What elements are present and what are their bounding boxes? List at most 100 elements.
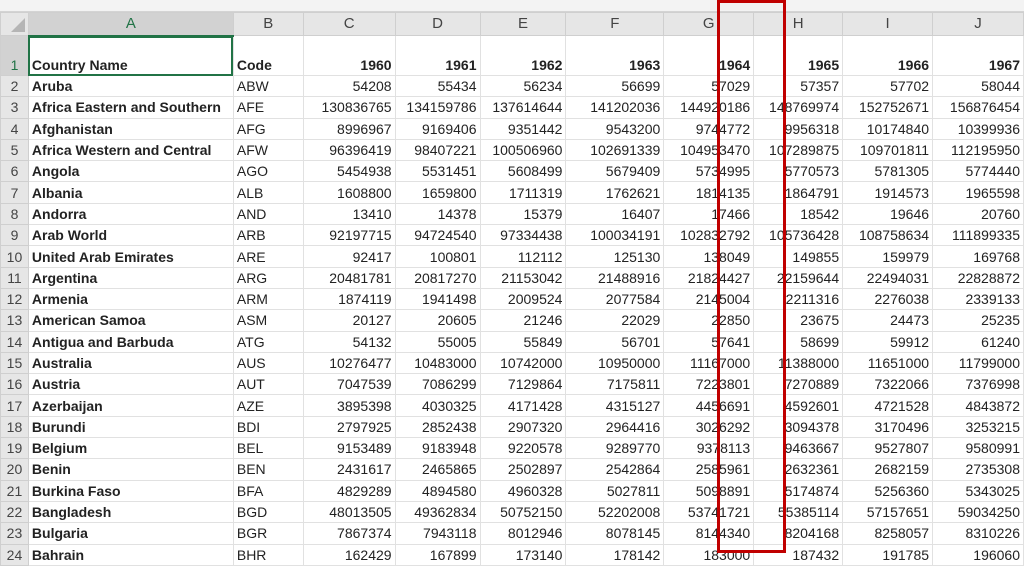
cell-I[interactable]: 109701811 (842, 138, 934, 162)
cell-H[interactable]: 2211316 (753, 287, 844, 311)
cell-F[interactable]: 16407 (565, 202, 665, 226)
cell-I[interactable]: 57702 (842, 74, 934, 98)
cell-C[interactable]: 1608800 (302, 181, 396, 204)
cell-A[interactable]: Antigua and Barbuda (27, 330, 234, 353)
cell-C[interactable]: 1874119 (302, 287, 396, 311)
cell-J[interactable]: 61240 (932, 330, 1024, 353)
spreadsheet-grid[interactable]: ABCDEFGHIJ 1 Country Name Code 1960 1961 1962… (0, 12, 1024, 566)
cell-B[interactable]: ARM (232, 287, 304, 311)
row-header[interactable]: 3 (0, 96, 29, 119)
cell-D[interactable]: 4894580 (394, 479, 481, 502)
cell-G[interactable]: 3026292 (663, 415, 755, 439)
header-cell[interactable]: 1964 (663, 35, 755, 76)
cell-G[interactable]: 104953470 (663, 138, 755, 162)
cell-J[interactable]: 3253215 (932, 415, 1024, 439)
header-cell[interactable]: Code (232, 35, 304, 76)
cell-H[interactable]: 3094378 (753, 415, 844, 439)
cell-A[interactable]: American Samoa (27, 309, 234, 332)
cell-C[interactable]: 8996967 (302, 117, 396, 140)
cell-I[interactable]: 159979 (842, 245, 934, 268)
cell-G[interactable]: 8144340 (663, 522, 755, 545)
cell-E[interactable]: 4960328 (479, 479, 567, 502)
row-header[interactable]: 5 (0, 138, 29, 162)
cell-I[interactable]: 59912 (842, 330, 934, 353)
cell-I[interactable]: 5781305 (842, 160, 934, 183)
column-header-I[interactable]: I (842, 12, 934, 36)
row-header[interactable]: 1 (0, 35, 29, 76)
cell-F[interactable]: 125130 (565, 245, 665, 268)
cell-D[interactable]: 55005 (394, 330, 481, 353)
cell-G[interactable]: 144920186 (663, 96, 755, 119)
cell-D[interactable]: 9169406 (394, 117, 481, 140)
cell-A[interactable]: Azerbaijan (27, 394, 234, 417)
cell-I[interactable]: 2682159 (842, 458, 934, 481)
cell-J[interactable]: 111899335 (932, 224, 1024, 247)
cell-B[interactable]: BGR (232, 522, 304, 545)
cell-D[interactable]: 7943118 (394, 522, 481, 545)
header-cell[interactable]: 1966 (842, 35, 934, 76)
cell-J[interactable]: 7376998 (932, 373, 1024, 396)
cell-D[interactable]: 20605 (394, 309, 481, 332)
row-header[interactable]: 12 (0, 287, 29, 311)
cell-F[interactable]: 21488916 (565, 266, 665, 289)
cell-B[interactable]: ARG (232, 266, 304, 289)
cell-A[interactable]: United Arab Emirates (27, 245, 234, 268)
cell-J[interactable]: 8310226 (932, 522, 1024, 545)
cell-E[interactable]: 7129864 (479, 373, 567, 396)
header-cell[interactable]: 1962 (479, 35, 567, 76)
header-cell[interactable]: 1963 (565, 35, 665, 76)
header-cell[interactable]: 1965 (753, 35, 844, 76)
cell-H[interactable]: 9463667 (753, 437, 844, 460)
cell-H[interactable]: 58699 (753, 330, 844, 353)
cell-G[interactable]: 4456691 (663, 394, 755, 417)
cell-I[interactable]: 10174840 (842, 117, 934, 140)
cell-I[interactable]: 24473 (842, 309, 934, 332)
cell-C[interactable]: 2797925 (302, 415, 396, 439)
cell-C[interactable]: 20127 (302, 309, 396, 332)
cell-G[interactable]: 5098891 (663, 479, 755, 502)
cell-G[interactable]: 21824427 (663, 266, 755, 289)
cell-C[interactable]: 54208 (302, 74, 396, 98)
cell-D[interactable]: 55434 (394, 74, 481, 98)
row-header[interactable]: 18 (0, 415, 29, 439)
cell-H[interactable]: 148769974 (753, 96, 844, 119)
cell-B[interactable]: ASM (232, 309, 304, 332)
cell-I[interactable]: 11651000 (842, 351, 934, 375)
cell-B[interactable]: ALB (232, 181, 304, 204)
row-header[interactable]: 22 (0, 500, 29, 524)
cell-D[interactable]: 49362834 (394, 500, 481, 524)
row-header[interactable]: 20 (0, 458, 29, 481)
cell-B[interactable]: AZE (232, 394, 304, 417)
cell-D[interactable]: 7086299 (394, 373, 481, 396)
row-header[interactable]: 13 (0, 309, 29, 332)
cell-F[interactable]: 9543200 (565, 117, 665, 140)
cell-F[interactable]: 2964416 (565, 415, 665, 439)
cell-I[interactable]: 19646 (842, 202, 934, 226)
cell-I[interactable]: 5256360 (842, 479, 934, 502)
cell-A[interactable]: Africa Western and Central (27, 138, 234, 162)
cell-F[interactable]: 5027811 (565, 479, 665, 502)
row-header[interactable]: 8 (0, 202, 29, 226)
cell-E[interactable]: 55849 (479, 330, 567, 353)
cell-F[interactable]: 22029 (565, 309, 665, 332)
cell-F[interactable]: 52202008 (565, 500, 665, 524)
cell-G[interactable]: 9378113 (663, 437, 755, 460)
cell-F[interactable]: 9289770 (565, 437, 665, 460)
cell-A[interactable]: Austria (27, 373, 234, 396)
cell-H[interactable]: 2632361 (753, 458, 844, 481)
cell-G[interactable]: 57029 (663, 74, 755, 98)
cell-B[interactable]: AFE (232, 96, 304, 119)
cell-C[interactable]: 10276477 (302, 351, 396, 375)
cell-H[interactable]: 149855 (753, 245, 844, 268)
cell-H[interactable]: 22159644 (753, 266, 844, 289)
cell-E[interactable]: 97334438 (479, 224, 567, 247)
cell-D[interactable]: 134159786 (394, 96, 481, 119)
cell-B[interactable]: AUT (232, 373, 304, 396)
cell-C[interactable]: 4829289 (302, 479, 396, 502)
row-header[interactable]: 9 (0, 224, 29, 247)
cell-A[interactable]: Benin (27, 458, 234, 481)
cell-D[interactable]: 20817270 (394, 266, 481, 289)
row-header[interactable]: 11 (0, 266, 29, 289)
cell-F[interactable]: 141202036 (565, 96, 665, 119)
row-header[interactable]: 16 (0, 373, 29, 396)
